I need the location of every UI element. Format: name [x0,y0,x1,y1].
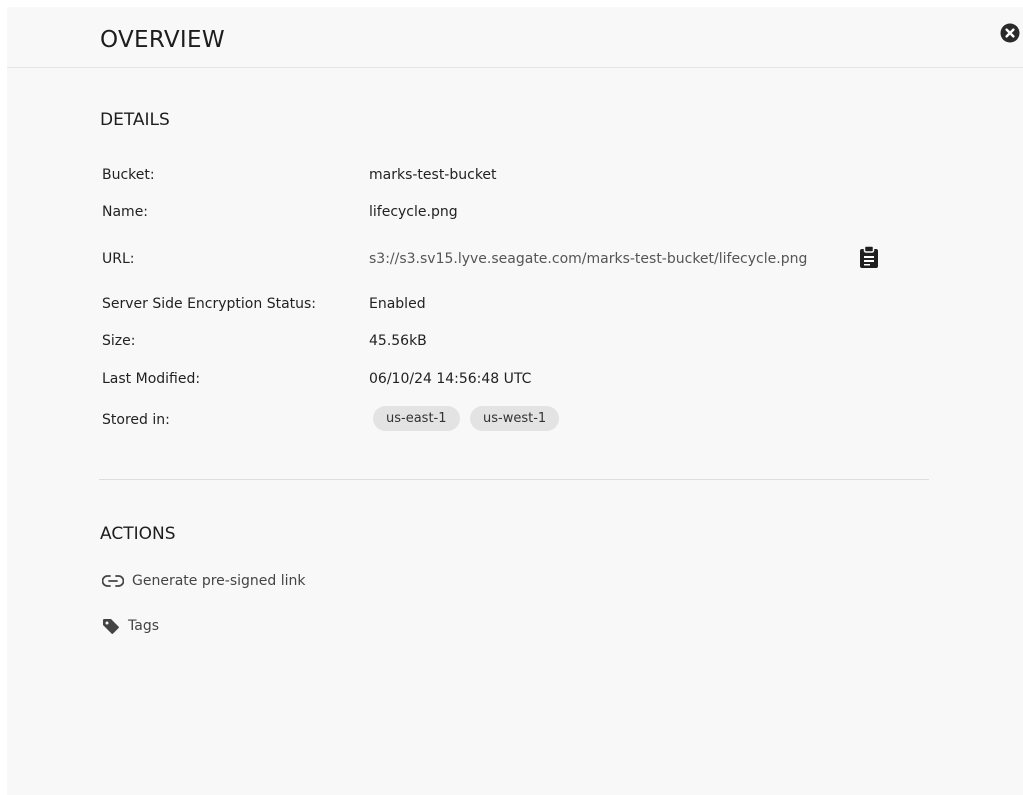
url-value: s3://s3.sv15.lyve.seagate.com/marks-test… [369,251,808,267]
detail-label: Server Side Encryption Status: [102,296,317,312]
clipboard-icon[interactable] [858,245,880,269]
panel-header: OVERVIEW [7,7,1023,68]
page-title: OVERVIEW [100,27,225,53]
region-chip: us-west-1 [470,406,560,431]
detail-label: Last Modified: [102,371,201,387]
details-title: DETAILS [100,110,170,130]
detail-label: Bucket: [102,167,155,183]
generate-presigned-link-action[interactable]: Generate pre-signed link [102,573,306,589]
detail-value: 06/10/24 14:56:48 UTC [369,371,532,387]
action-label: Tags [128,618,159,634]
detail-value: lifecycle.png [369,204,458,220]
actions-title: ACTIONS [100,524,176,544]
detail-value: Enabled [369,296,426,312]
action-label: Generate pre-signed link [132,573,306,589]
close-icon[interactable] [1000,23,1020,43]
detail-label: Name: [102,204,149,220]
detail-value: 45.56kB [369,333,427,349]
tags-action[interactable]: Tags [102,618,159,634]
detail-label: Size: [102,333,136,349]
detail-value: marks-test-bucket [369,167,497,183]
tag-icon [103,619,119,634]
overview-panel: OVERVIEW DETAILS Bucket: marks-test-buck… [7,7,1023,795]
detail-label: URL: [102,251,135,267]
region-chip: us-east-1 [373,406,460,431]
link-icon [102,575,124,587]
detail-label: Stored in: [102,412,170,428]
section-divider [99,479,929,480]
